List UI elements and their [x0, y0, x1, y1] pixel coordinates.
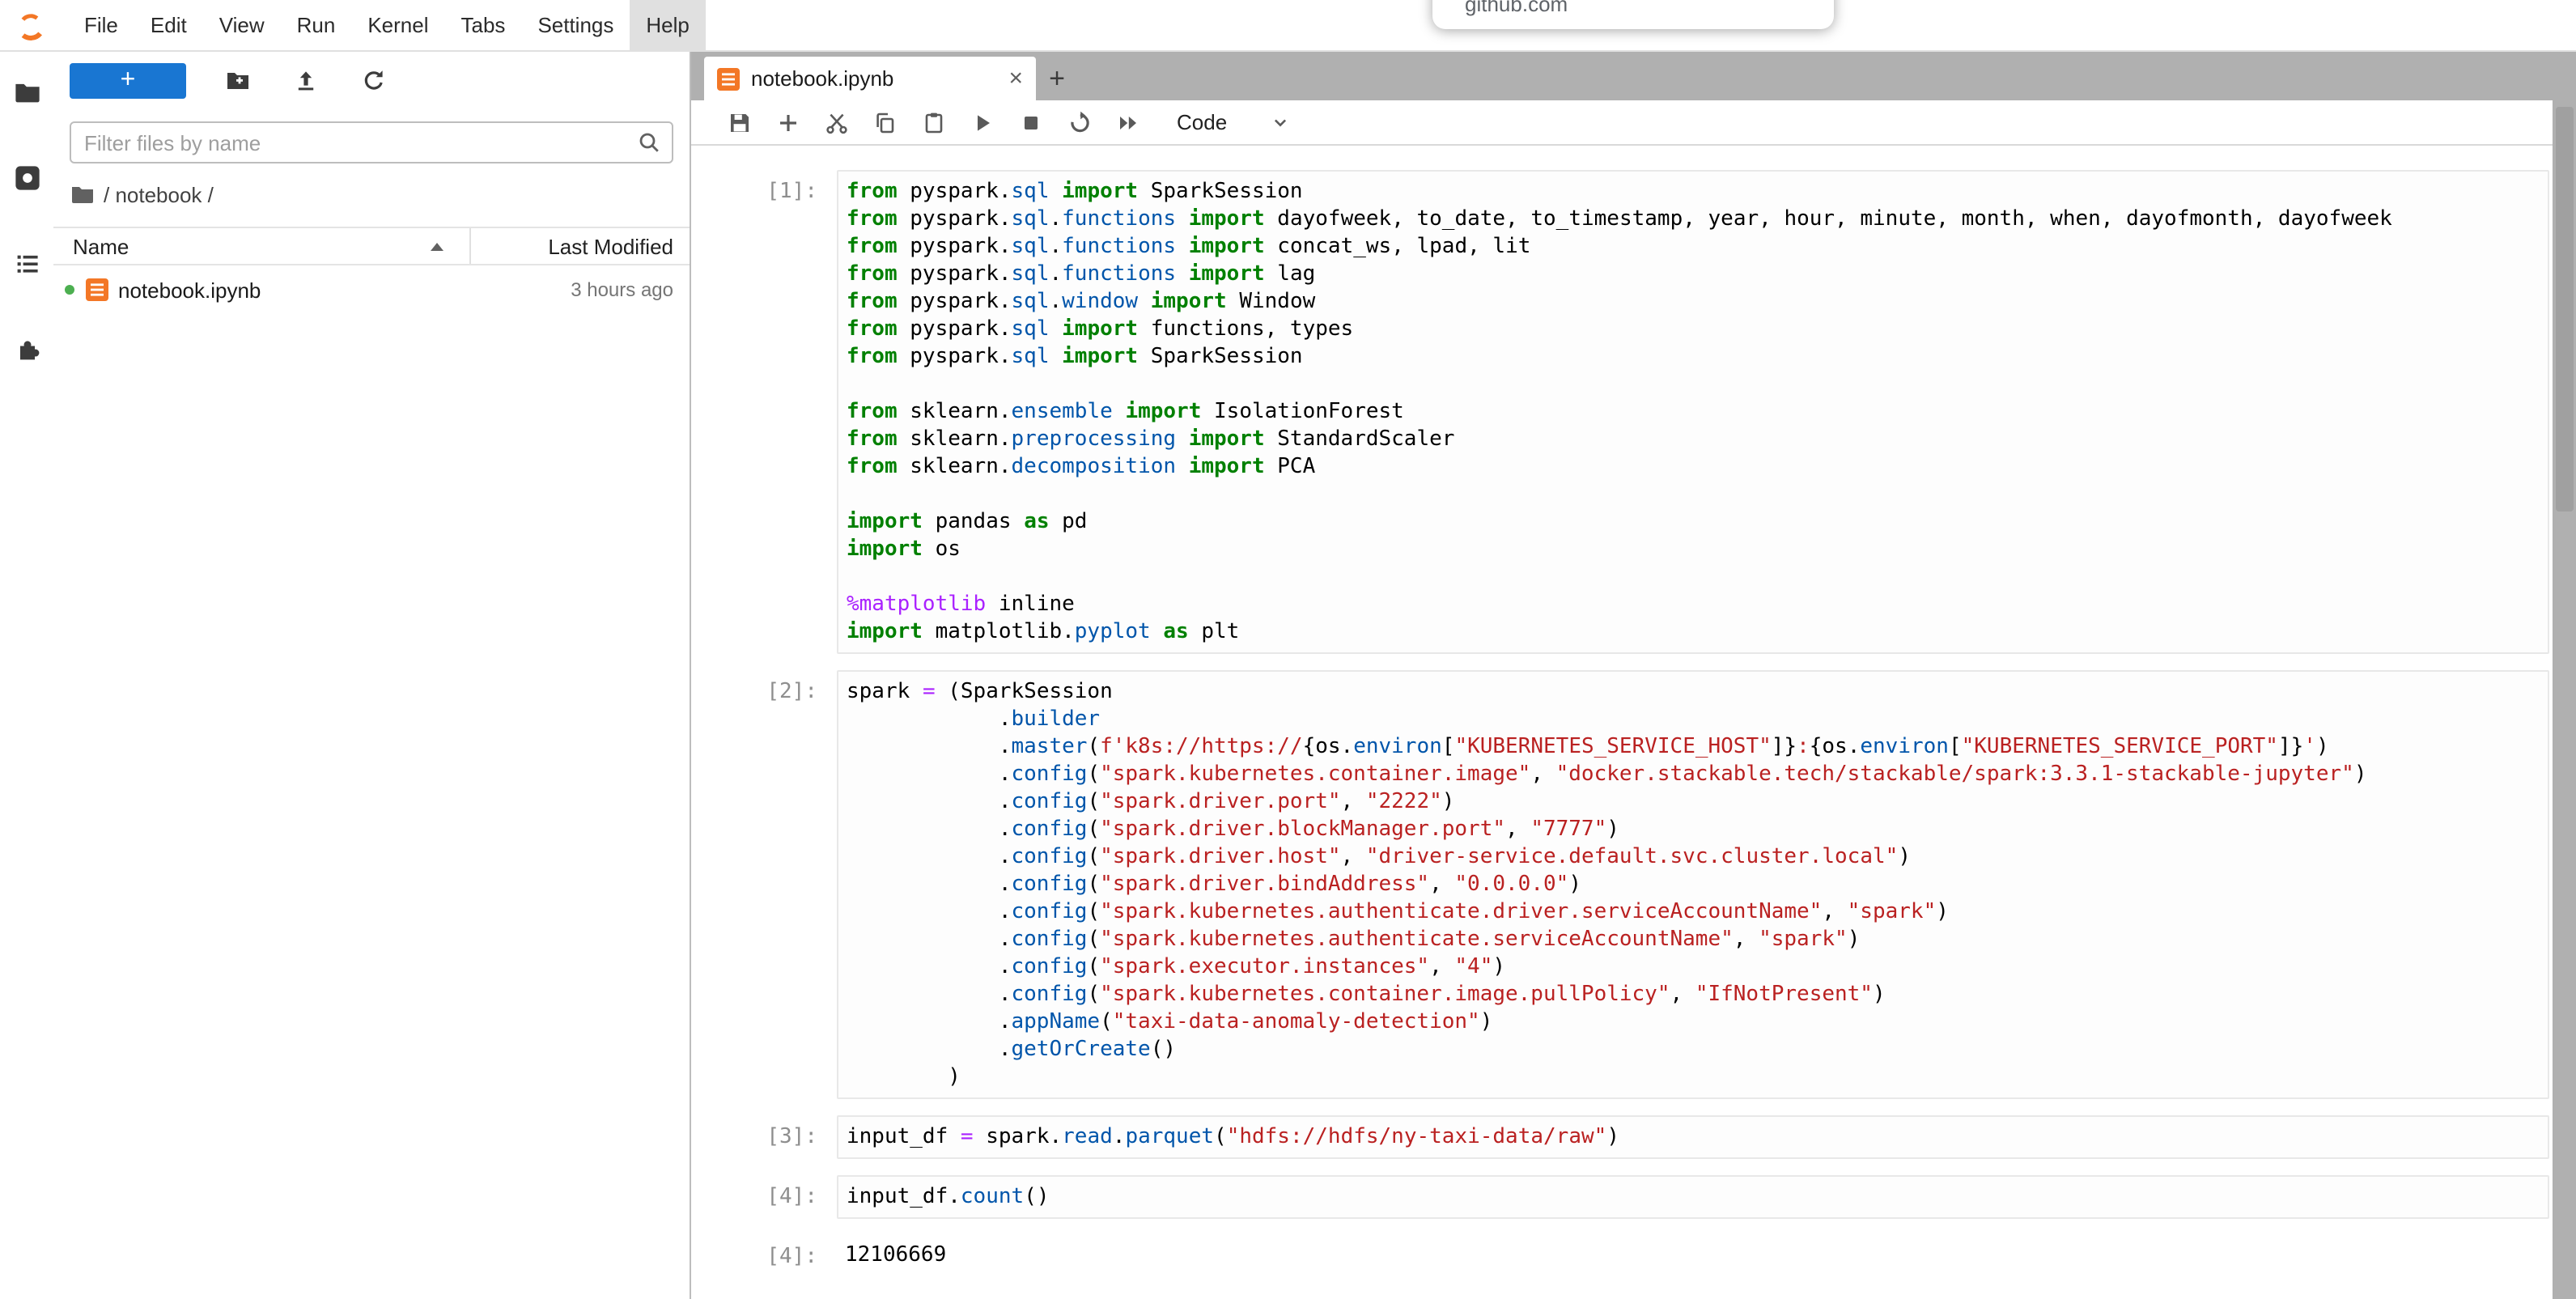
search-icon	[636, 129, 662, 155]
add-cell-icon[interactable]	[775, 109, 801, 135]
save-icon[interactable]	[727, 109, 753, 135]
cut-icon[interactable]	[824, 109, 850, 135]
refresh-icon[interactable]	[361, 68, 387, 94]
activity-bar	[0, 52, 53, 1299]
menu-kernel[interactable]: Kernel	[351, 0, 444, 50]
cell-input-prompt: [4]:	[691, 1175, 837, 1219]
menu-edit[interactable]: Edit	[134, 0, 203, 50]
menu-run[interactable]: Run	[281, 0, 352, 50]
notebook-file-icon	[86, 278, 108, 301]
menu-tabs[interactable]: Tabs	[445, 0, 522, 50]
file-browser-icon[interactable]	[11, 76, 43, 108]
code-cell: [1]:from pyspark.sql import SparkSession…	[691, 170, 2552, 654]
popup-site-label: github.com	[1465, 0, 1568, 16]
main-menu: File Edit View Run Kernel Tabs Settings …	[68, 0, 706, 50]
scrollbar[interactable]	[2552, 52, 2576, 1299]
jupyterlab-window: File Edit View Run Kernel Tabs Settings …	[0, 0, 2576, 1299]
menu-settings[interactable]: Settings	[521, 0, 630, 50]
tab-title: notebook.ipynb	[751, 66, 893, 91]
folder-icon	[70, 181, 95, 207]
cell-output: [4]:12106669	[691, 1235, 2552, 1276]
fast-forward-icon[interactable]	[1115, 109, 1141, 135]
tab-notebook[interactable]: notebook.ipynb ×	[704, 57, 1036, 100]
upload-icon[interactable]	[293, 68, 319, 94]
file-row[interactable]: notebook.ipynb 3 hours ago	[53, 270, 690, 309]
cell-output-prompt: [4]:	[691, 1235, 837, 1276]
copy-icon[interactable]	[872, 109, 898, 135]
scrollbar-thumb[interactable]	[2555, 107, 2573, 512]
sort-ascending-icon	[431, 242, 443, 250]
new-launcher-button[interactable]: +	[70, 63, 186, 99]
breadcrumb-path[interactable]: / notebook /	[104, 182, 214, 206]
restart-icon[interactable]	[1067, 109, 1093, 135]
run-icon[interactable]	[970, 109, 995, 135]
kernel-running-dot	[65, 285, 74, 295]
cell-type-dropdown[interactable]: Code	[1177, 110, 1292, 134]
code-cell: [3]:input_df = spark.read.parquet("hdfs:…	[691, 1115, 2552, 1159]
file-name: notebook.ipynb	[118, 278, 261, 302]
browser-popup: github.com	[1432, 0, 1834, 29]
file-filter-input[interactable]	[70, 121, 673, 163]
extensions-icon[interactable]	[11, 333, 43, 366]
paste-icon[interactable]	[921, 109, 947, 135]
chevron-down-icon	[1269, 111, 1292, 134]
main-dock-panel: notebook.ipynb × +	[691, 52, 2552, 1299]
cell-input-prompt: [3]:	[691, 1115, 837, 1159]
code-cell: [2]:spark = (SparkSession .builder .mast…	[691, 670, 2552, 1099]
menu-bar: File Edit View Run Kernel Tabs Settings …	[0, 0, 2576, 52]
running-kernels-icon[interactable]	[11, 162, 43, 194]
file-browser-panel: + / notebook / Name L	[53, 52, 691, 1299]
file-last-modified: 3 hours ago	[571, 278, 690, 301]
cell-editor[interactable]: input_df.count()	[837, 1175, 2548, 1219]
cell-editor[interactable]: input_df = spark.read.parquet("hdfs://hd…	[837, 1115, 2548, 1159]
cell-output-text: 12106669	[837, 1235, 959, 1276]
breadcrumb[interactable]: / notebook /	[53, 181, 690, 207]
cell-input-prompt: [2]:	[691, 670, 837, 1099]
notebook-tab-icon	[717, 67, 740, 90]
cell-editor[interactable]: spark = (SparkSession .builder .master(f…	[837, 670, 2548, 1099]
notebook-toolbar: Code	[691, 100, 2552, 146]
name-column-label: Name	[73, 234, 129, 258]
stop-icon[interactable]	[1018, 109, 1044, 135]
file-filter	[70, 121, 673, 163]
new-folder-icon[interactable]	[225, 68, 251, 94]
file-list-header: Name Last Modified	[53, 227, 690, 265]
jupyter-logo-icon	[13, 7, 49, 43]
menu-help[interactable]: Help	[630, 0, 706, 50]
menu-view[interactable]: View	[203, 0, 281, 50]
notebook-scroll-area[interactable]: [1]:from pyspark.sql import SparkSession…	[691, 146, 2552, 1299]
cell-type-label: Code	[1177, 110, 1227, 134]
column-header-last-modified[interactable]: Last Modified	[471, 234, 690, 258]
new-tab-button[interactable]: +	[1036, 57, 1078, 100]
cell-editor[interactable]: from pyspark.sql import SparkSession fro…	[837, 170, 2548, 654]
tab-bar: notebook.ipynb × +	[691, 52, 2552, 100]
menu-file[interactable]: File	[68, 0, 134, 50]
column-header-name[interactable]: Name	[53, 228, 471, 264]
file-browser-toolbar: +	[53, 52, 690, 99]
close-icon[interactable]: ×	[1008, 66, 1023, 91]
code-cell: [4]:input_df.count()	[691, 1175, 2552, 1219]
table-of-contents-icon[interactable]	[11, 248, 43, 280]
cell-input-prompt: [1]:	[691, 170, 837, 654]
notebook-cells: [1]:from pyspark.sql import SparkSession…	[691, 146, 2552, 1299]
